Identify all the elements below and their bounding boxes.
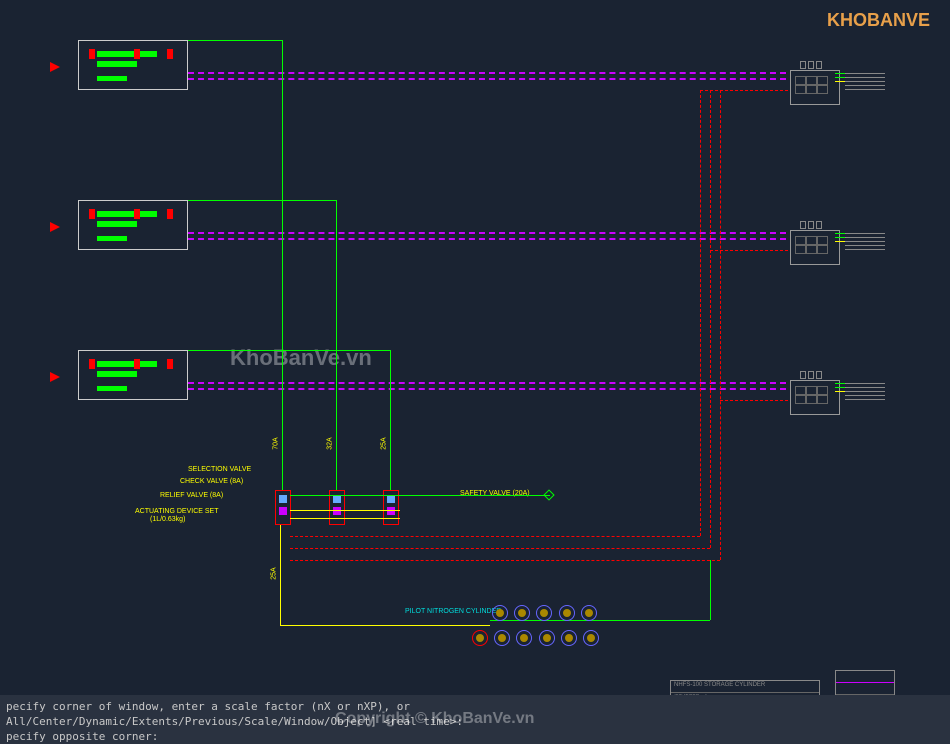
cylinder-row-bottom[interactable] [470,630,601,648]
label-actuating-sub: (1L/0.63kg) [150,516,185,523]
green-riser-3[interactable] [390,350,391,490]
mag-line-3b[interactable] [188,388,786,390]
green-h-1[interactable] [188,40,282,41]
watermark-copyright: Copyright © KhoBanVe.vn [335,710,534,728]
red-h-p2[interactable] [710,250,788,251]
watermark-center: KhoBanVe.vn [230,345,372,371]
green-safety-line[interactable] [290,495,550,496]
panel-lines-3 [845,380,885,403]
mag-line-2a[interactable] [188,232,786,234]
red-h-2[interactable] [290,548,710,549]
label-selection-valve: SELECTION VALVE [188,466,251,473]
red-v-1[interactable] [700,90,701,536]
panel-box-3[interactable] [790,380,840,415]
panel-lines-2 [845,230,885,253]
panel-box-1[interactable] [790,70,840,105]
drawing-canvas[interactable]: KHOBANVE KhoBanVe.vn [0,0,950,695]
yellow-h-1[interactable] [290,510,400,511]
zone-box-1[interactable] [78,40,188,90]
command-prompt[interactable]: pecify opposite corner: [6,729,944,744]
mag-line-1b[interactable] [188,78,786,80]
panel-box-2[interactable] [790,230,840,265]
mag-line-1a[interactable] [188,72,786,74]
green-v-cyl[interactable] [710,560,711,620]
label-70a: 70A [273,437,280,449]
red-h-p1[interactable] [700,90,788,91]
zone-arrow-1 [50,62,60,72]
label-25a-h: 25A [271,567,278,579]
red-h-1[interactable] [290,536,700,537]
zone-box-2[interactable] [78,200,188,250]
green-riser-2[interactable] [336,200,337,490]
zone-arrow-2 [50,222,60,232]
mag-line-2b[interactable] [188,238,786,240]
panel-lines-1 [845,70,885,93]
safety-valve-symbol[interactable] [543,489,554,500]
mag-line-3a[interactable] [188,382,786,384]
label-check-valve: CHECK VALVE (8A) [180,478,243,485]
cylinder-row-top[interactable] [490,605,599,623]
valve-1[interactable] [275,490,291,525]
watermark-logo: KHOBANVE [827,10,930,31]
green-h-3[interactable] [188,350,390,351]
zone-box-3[interactable] [78,350,188,400]
label-32a: 32A [327,437,334,449]
label-relief-valve: RELIEF VALVE (8A) [160,492,223,499]
yellow-v-down[interactable] [280,525,281,625]
red-v-3[interactable] [720,90,721,560]
label-actuating: ACTUATING DEVICE SET [135,508,219,515]
title-row-1: NHFS-100 STORAGE CYLINDER [671,681,819,693]
green-h-2[interactable] [188,200,336,201]
label-pilot-cylinder: PILOT NITROGEN CYLINDER [405,608,501,615]
yellow-h-cyl[interactable] [280,625,490,626]
red-h-3[interactable] [290,560,720,561]
zone-arrow-3 [50,372,60,382]
yellow-h-2[interactable] [290,518,400,519]
label-25a-v: 25A [381,437,388,449]
green-riser-1[interactable] [282,40,283,490]
red-v-2[interactable] [710,90,711,548]
red-h-p3[interactable] [720,400,788,401]
